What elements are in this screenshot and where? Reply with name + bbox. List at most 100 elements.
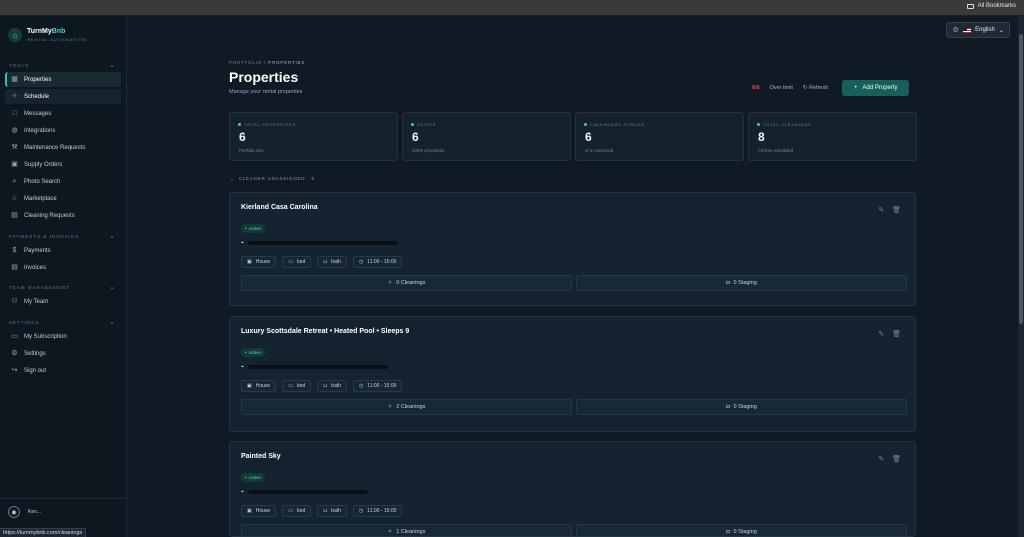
location-pin-icon: ⌖ [241,364,244,370]
trash-icon[interactable]: 🗑 [892,455,901,463]
sidebar-item-schedule[interactable]: ✧ Schedule [5,89,121,104]
scroll-thumb[interactable] [1019,34,1023,324]
property-card[interactable]: Luxury Scottsdale Retreat • Heated Pool … [229,316,916,432]
sidebar-item-settings[interactable]: ⚙ Settings [5,346,121,361]
scrollbar[interactable] [1018,16,1024,537]
redacted-address [247,490,368,494]
stat-label: ACTIVE [411,122,436,127]
bed-chip: ▭ bed [282,380,312,392]
sidebar-item-photo-search[interactable]: ⌕ Photo Search [5,174,121,189]
team-section-header[interactable]: TEAM MANAGEMENT ⌄ [9,284,116,291]
house-icon: ▣ [247,259,252,265]
house-chip: ▣ House [241,380,277,392]
staging-button[interactable]: ◘ 0 Staging [576,524,907,536]
stat-value: 8 [758,130,765,144]
stat-note: 100% of portfolio [412,148,445,153]
redacted-address [247,365,388,369]
sidebar-item-sign-out[interactable]: ↪ Sign out [5,363,121,378]
sparkle-icon: ✧ [11,93,18,100]
payments-section-header[interactable]: PAYMENTS & INVOICES ⌄ [9,233,116,240]
status-dot-icon: • [245,475,247,480]
clipboard-icon: ▤ [11,212,18,219]
settings-section-header[interactable]: SETTINGS ⌄ [9,319,116,326]
main-content: ⚙ English ⌄ PORTFOLIO / PROPERTIES Prope… [128,16,1018,537]
search-icon: ⌕ [12,178,17,185]
breadcrumb-portfolio[interactable]: PORTFOLIO [229,60,262,65]
us-flag-icon [963,27,972,33]
tools-section-header[interactable]: TOOLS ⌄ [9,62,116,69]
property-details: ▣ House ▭ bed ⊔ bath ◷ 11:00 - 15:00 [241,505,403,517]
stat-label: TOTAL PROPERTIES [238,122,296,127]
bath-chip: ⊔ bath [317,256,347,268]
building-icon: ▦ [11,76,18,83]
sparkle-icon: ✧ [387,529,393,535]
redacted-address [247,241,398,245]
sparkle-icon: ✧ [387,280,393,286]
brand-name: TurnMyBnb [27,28,66,35]
property-address: ⌖ [241,240,398,246]
sidebar-item-maintenance-requests[interactable]: ⚒ Maintenance Requests [5,140,121,155]
sidebar-item-integrations[interactable]: ◍ Integrations [5,123,121,138]
sidebar-item-my-subscription[interactable]: ▭ My Subscription [5,329,121,344]
cleanings-button[interactable]: ✧ 0 Cleanings [241,275,572,291]
time-chip: ◷ 11:00 - 15:00 [352,380,403,392]
sidebar-item-payments[interactable]: $ Payments [5,243,121,258]
sidebar-item-properties[interactable]: ▦ Properties [5,72,121,87]
add-property-button[interactable]: + Add Property [842,80,910,96]
cleanings-button[interactable]: ✧ 1 Cleanings [241,524,572,536]
stat-value: 6 [239,130,246,144]
cleanings-button[interactable]: ✧ 2 Cleanings [241,399,572,415]
cleaner-unassigned-header[interactable]: ⌄ CLEANER UNASSIGNED 6 [230,176,315,182]
sparkle-icon: ✧ [387,404,393,410]
status-dot-icon [411,123,414,126]
package-icon: ▣ [11,161,18,168]
refresh-button[interactable]: ↻ Refresh [803,85,828,91]
bath-icon: ⊔ [323,259,328,265]
house-icon: ▣ [247,508,252,514]
stat-note: Portfolio size [239,148,264,153]
dollar-icon: $ [12,247,17,254]
edit-icon[interactable]: ✎ [878,455,884,463]
card-icon: ▭ [11,333,18,340]
staging-button[interactable]: ◘ 0 Staging [576,399,907,415]
property-card[interactable]: Kierland Casa Carolina ✎ 🗑 • Active ⌖ ▣ Hou… [229,192,916,306]
edit-icon[interactable]: ✎ [878,206,884,214]
sidebar-item-supply-orders[interactable]: ▣ Supply Orders [5,157,121,172]
bath-chip: ⊔ bath [317,380,347,392]
property-card[interactable]: Painted Sky ✎ 🗑 • Active ⌖ ▣ House ▭ bed ⊔ ba… [229,441,916,537]
language-selector[interactable]: ⚙ English ⌄ [946,22,1010,38]
clock-icon: ◷ [358,508,364,514]
bed-chip: ▭ bed [282,256,312,268]
brand[interactable]: ⌂ TurnMyBnb RENTAL AUTOMATION [8,28,87,42]
folder-icon [966,3,974,9]
property-metrics: ✧ 1 Cleanings ◘ 0 Staging [241,524,907,536]
bookmarks-button[interactable]: All Bookmarks [966,3,1016,9]
property-limit-count: 6/6 [752,85,760,91]
page-title: Properties [229,69,299,85]
trash-icon[interactable]: 🗑 [892,330,901,338]
bed-icon: ▭ [288,508,293,514]
bed-icon: ▭ [288,383,293,389]
sidebar-item-invoices[interactable]: ▤ Invoices [5,260,121,275]
trash-icon[interactable]: 🗑 [892,206,901,214]
globe-icon: ◍ [11,127,18,134]
chevron-down-icon: ⌄ [109,62,116,69]
staging-button[interactable]: ◘ 0 Staging [576,275,907,291]
sidebar-item-messages[interactable]: □ Messages [5,106,121,121]
sidebar-item-cleaning-requests[interactable]: ▤ Cleaning Requests [5,208,121,223]
user-name: Ken... [28,509,42,515]
page-actions: 6/6 Over limit ↻ Refresh + Add Property [752,80,910,96]
edit-icon[interactable]: ✎ [878,330,884,338]
sidebar-item-marketplace[interactable]: ☆ Marketplace [5,191,121,206]
status-badge: • Active [241,348,265,357]
camera-icon: ◘ [726,529,730,535]
user-profile[interactable]: ◉ Ken... [8,506,41,518]
property-metrics: ✧ 0 Cleanings ◘ 0 Staging [241,275,907,291]
location-pin-icon: ⌖ [241,240,244,246]
property-title: Kierland Casa Carolina [241,204,318,211]
sidebar-item-my-team[interactable]: ⚇ My Team [5,294,121,309]
stat-note: All-time scheduled [758,148,794,153]
page-subtitle: Manage your rental properties [229,89,303,95]
stat-value: 6 [585,130,592,144]
property-details: ▣ House ▭ bed ⊔ bath ◷ 11:00 - 15:00 [241,256,403,268]
